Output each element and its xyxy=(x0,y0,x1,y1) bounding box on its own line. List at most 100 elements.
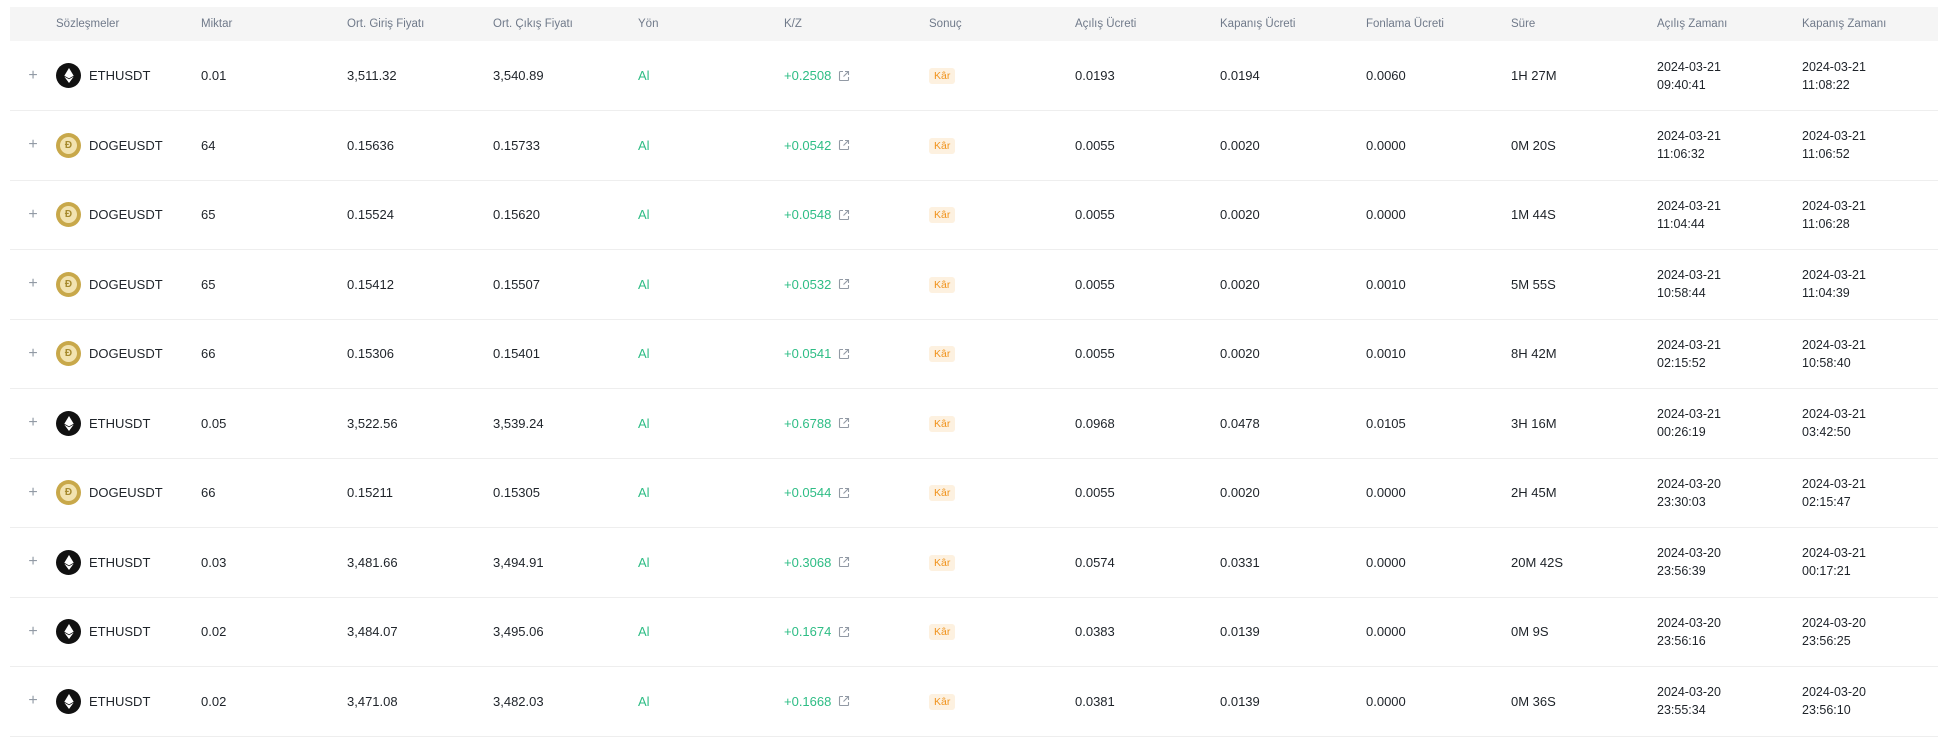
expand-row-icon[interactable]: + xyxy=(10,250,56,320)
share-external-icon[interactable] xyxy=(838,70,850,82)
cell-contract[interactable]: ETHUSDT xyxy=(56,528,201,598)
expand-row-icon[interactable]: + xyxy=(10,41,56,111)
eth-coin-icon xyxy=(56,549,81,575)
cell-open-fee: 0.0968 xyxy=(1075,415,1115,431)
cell-close-time: 2024-03-20 23:56:25 xyxy=(1802,597,1938,667)
close-clock: 02:15:47 xyxy=(1802,494,1851,509)
cell-close-time: 2024-03-21 11:04:39 xyxy=(1802,250,1938,320)
close-date: 2024-03-21 xyxy=(1802,198,1866,213)
header-exit-price[interactable]: Ort. Çıkış Fiyatı xyxy=(493,7,638,41)
cell-contract[interactable]: ETHUSDT xyxy=(56,389,201,459)
cell-contract[interactable]: Ð DOGEUSDT xyxy=(56,111,201,181)
pnl-value: +0.0542 xyxy=(784,137,832,153)
table-row[interactable]: + Ð DOGEUSDT 66 0.15306 0.15401 Al +0.05… xyxy=(10,319,1938,389)
cell-entry-price: 3,484.07 xyxy=(347,624,398,640)
table-row[interactable]: + ETHUSDT 0.02 3,484.07 3,495.06 Al +0.1… xyxy=(10,597,1938,667)
doge-coin-icon: Ð xyxy=(56,341,81,367)
doge-coin-icon: Ð xyxy=(56,271,81,297)
expand-row-icon[interactable]: + xyxy=(10,319,56,389)
cell-funding-fee: 0.0000 xyxy=(1366,137,1406,153)
expand-row-icon[interactable]: + xyxy=(10,111,56,181)
table-row[interactable]: + ETHUSDT 0.05 3,522.56 3,539.24 Al +0.6… xyxy=(10,389,1938,459)
cell-qty: 64 xyxy=(201,137,216,153)
cell-side: Al xyxy=(638,624,650,640)
share-external-icon[interactable] xyxy=(838,278,850,290)
header-qty[interactable]: Miktar xyxy=(201,7,347,41)
expand-row-icon[interactable]: + xyxy=(10,597,56,667)
header-contract[interactable]: Sözleşmeler xyxy=(56,7,201,41)
open-date: 2024-03-21 xyxy=(1657,407,1721,422)
share-external-icon[interactable] xyxy=(838,695,850,707)
cell-funding-fee: 0.0000 xyxy=(1366,485,1406,501)
share-external-icon[interactable] xyxy=(838,487,850,499)
header-funding-fee[interactable]: Fonlama Ücreti xyxy=(1366,7,1511,41)
cell-close-fee: 0.0331 xyxy=(1220,554,1260,570)
header-close-fee[interactable]: Kapanış Ücreti xyxy=(1220,7,1366,41)
expand-row-icon[interactable]: + xyxy=(10,667,56,737)
table-row[interactable]: + Ð DOGEUSDT 65 0.15412 0.15507 Al +0.05… xyxy=(10,250,1938,320)
cell-contract[interactable]: Ð DOGEUSDT xyxy=(56,250,201,320)
table-row[interactable]: + ETHUSDT 0.01 3,511.32 3,540.89 Al +0.2… xyxy=(10,41,1938,111)
cell-result: Kâr xyxy=(929,667,1075,737)
cell-contract[interactable]: Ð DOGEUSDT xyxy=(56,458,201,528)
table-row[interactable]: + Ð DOGEUSDT 65 0.15524 0.15620 Al +0.05… xyxy=(10,180,1938,250)
cell-contract[interactable]: ETHUSDT xyxy=(56,41,201,111)
cell-contract[interactable]: ETHUSDT xyxy=(56,597,201,667)
cell-open-fee: 0.0055 xyxy=(1075,346,1115,362)
share-external-icon[interactable] xyxy=(838,348,850,360)
cell-contract[interactable]: Ð DOGEUSDT xyxy=(56,180,201,250)
header-close-time[interactable]: Kapanış Zamanı xyxy=(1802,7,1938,41)
share-external-icon[interactable] xyxy=(838,626,850,638)
cell-duration: 0M 9S xyxy=(1511,624,1549,640)
header-duration[interactable]: Süre xyxy=(1511,7,1657,41)
position-history-table: Sözleşmeler Miktar Ort. Giriş Fiyatı Ort… xyxy=(10,7,1938,737)
cell-funding-fee: 0.0000 xyxy=(1366,207,1406,223)
cell-open-fee: 0.0055 xyxy=(1075,207,1115,223)
symbol-label: ETHUSDT xyxy=(89,624,151,640)
symbol-label: DOGEUSDT xyxy=(89,207,163,223)
table-row[interactable]: + Ð DOGEUSDT 64 0.15636 0.15733 Al +0.05… xyxy=(10,111,1938,181)
header-result[interactable]: Sonuç xyxy=(929,7,1075,41)
header-entry-price[interactable]: Ort. Giriş Fiyatı xyxy=(347,7,493,41)
cell-close-time: 2024-03-21 11:06:28 xyxy=(1802,180,1938,250)
cell-close-fee: 0.0139 xyxy=(1220,693,1260,709)
open-clock: 02:15:52 xyxy=(1657,355,1706,370)
open-clock: 23:56:16 xyxy=(1657,633,1706,648)
table-row[interactable]: + Ð DOGEUSDT 66 0.15211 0.15305 Al +0.05… xyxy=(10,458,1938,528)
expand-row-icon[interactable]: + xyxy=(10,528,56,598)
cell-contract[interactable]: ETHUSDT xyxy=(56,667,201,737)
cell-result: Kâr xyxy=(929,389,1075,459)
result-badge: Kâr xyxy=(929,624,956,641)
close-date: 2024-03-21 xyxy=(1802,59,1866,74)
cell-pnl: +0.1668 xyxy=(784,667,929,737)
expand-row-icon[interactable]: + xyxy=(10,180,56,250)
cell-duration: 5M 55S xyxy=(1511,276,1556,292)
cell-result: Kâr xyxy=(929,41,1075,111)
cell-duration: 1M 44S xyxy=(1511,207,1556,223)
cell-side: Al xyxy=(638,276,650,292)
share-external-icon[interactable] xyxy=(838,417,850,429)
header-open-fee[interactable]: Açılış Ücreti xyxy=(1075,7,1220,41)
open-date: 2024-03-21 xyxy=(1657,268,1721,283)
header-side[interactable]: Yön xyxy=(638,7,784,41)
cell-contract[interactable]: Ð DOGEUSDT xyxy=(56,319,201,389)
close-clock: 11:04:39 xyxy=(1802,286,1850,301)
pnl-value: +0.0541 xyxy=(784,346,832,362)
table-row[interactable]: + ETHUSDT 0.03 3,481.66 3,494.91 Al +0.3… xyxy=(10,528,1938,598)
table-row[interactable]: + ETHUSDT 0.02 3,471.08 3,482.03 Al +0.1… xyxy=(10,667,1938,737)
cell-qty: 65 xyxy=(201,207,216,223)
header-open-time[interactable]: Açılış Zamanı xyxy=(1657,7,1802,41)
symbol-label: ETHUSDT xyxy=(89,554,151,570)
cell-open-time: 2024-03-21 09:40:41 xyxy=(1657,41,1802,111)
share-external-icon[interactable] xyxy=(838,209,850,221)
pnl-value: +0.1668 xyxy=(784,693,832,709)
result-badge: Kâr xyxy=(929,346,956,363)
header-pnl[interactable]: K/Z xyxy=(784,7,929,41)
cell-exit-price: 3,540.89 xyxy=(493,68,544,83)
share-external-icon[interactable] xyxy=(838,556,850,568)
expand-row-icon[interactable]: + xyxy=(10,458,56,528)
share-external-icon[interactable] xyxy=(838,139,850,151)
expand-row-icon[interactable]: + xyxy=(10,389,56,459)
cell-close-time: 2024-03-21 11:08:22 xyxy=(1802,41,1938,111)
cell-close-fee: 0.0020 xyxy=(1220,207,1260,223)
